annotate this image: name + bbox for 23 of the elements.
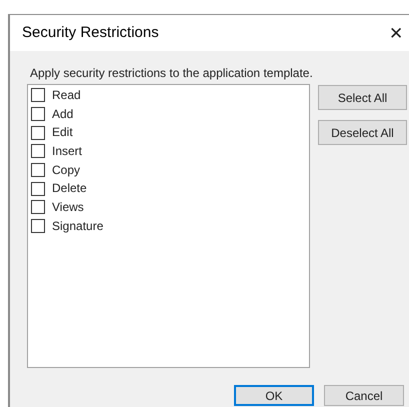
close-button[interactable]: ✕ [385,24,407,42]
checkbox-label: Copy [52,162,80,178]
checkbox-label: Insert [52,144,82,159]
deselect-all-button[interactable]: Deselect All [318,120,407,145]
checkbox[interactable] [31,126,45,140]
checkbox[interactable] [31,107,45,122]
instruction-text: Apply security restrictions to the application template. [29,65,314,81]
checkbox-label: Views [52,200,84,215]
select-all-button[interactable]: Select All [318,85,407,110]
checkbox[interactable] [31,88,45,102]
checkbox-label: Delete [52,181,87,196]
checkbox-label: Signature [52,218,104,234]
checkbox[interactable] [31,200,45,214]
checkbox[interactable] [31,219,45,234]
checkbox-label: Read [52,88,81,103]
dialog-button[interactable]: Cancel [324,385,404,406]
checkbox[interactable] [31,163,45,178]
checkbox-label: Add [52,106,74,122]
checkbox[interactable] [31,144,45,158]
checkbox-label: Edit [52,125,73,140]
checkbox[interactable] [31,182,45,196]
window-title: Security Restrictions [22,22,159,43]
dialog-button[interactable]: OK [234,385,314,406]
